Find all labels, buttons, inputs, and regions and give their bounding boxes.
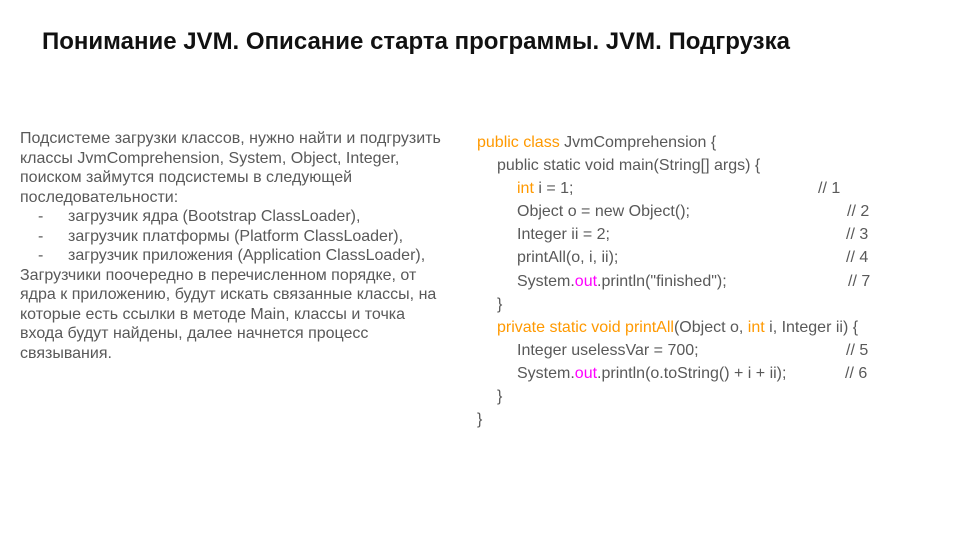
code-comment: // 7 — [848, 272, 871, 290]
loader-list: - загрузчик ядра (Bootstrap ClassLoader)… — [20, 207, 450, 266]
code-text: .println("finished"); — [597, 272, 727, 290]
description-outro: Загрузчики поочередно в перечисленном по… — [20, 266, 437, 362]
code-line: } — [477, 293, 858, 316]
code-comment: // 5 — [846, 341, 869, 359]
code-text: JvmComprehension { — [559, 134, 717, 151]
code-line: Integer uselessVar = 700; // 5 — [477, 339, 868, 362]
code-text: System. — [517, 272, 575, 290]
code-text: i, Integer ii) { — [764, 318, 859, 336]
code-line: System.out.println(o.toString() + i + ii… — [477, 362, 867, 385]
code-line: System.out.println("finished"); // 7 — [477, 270, 870, 293]
code-comment: // 2 — [847, 203, 870, 221]
bullet-text: загрузчик платформы (Platform ClassLoade… — [68, 227, 404, 245]
code-line: } — [477, 385, 858, 408]
list-item: - загрузчик ядра (Bootstrap ClassLoader)… — [20, 207, 450, 227]
code-line: Integer ii = 2; // 3 — [477, 223, 868, 246]
code-text: i = 1; — [533, 180, 574, 198]
code-field: out — [574, 272, 598, 290]
code-comment: // 1 — [818, 180, 841, 198]
code-comment: // 3 — [846, 226, 869, 244]
code-block: public class JvmComprehension { public s… — [477, 131, 870, 431]
code-line: public static void main(String[] args) { — [477, 154, 858, 177]
code-text: } — [477, 411, 483, 429]
code-keyword: private static void printAll — [497, 318, 674, 336]
code-text: printAll(o, i, ii); — [517, 249, 619, 267]
code-keyword: int — [747, 318, 765, 336]
code-line: public class JvmComprehension { — [477, 131, 858, 154]
code-text: } — [497, 388, 503, 406]
code-text: } — [497, 295, 503, 313]
description-intro: Подсистеме загрузки классов, нужно найти… — [20, 130, 441, 206]
code-text: Integer ii = 2; — [517, 226, 610, 244]
code-line: } — [477, 408, 858, 431]
code-comment: // 4 — [846, 249, 869, 267]
code-line: private static void printAll(Object o, i… — [477, 316, 858, 339]
bullet-marker: - — [38, 208, 44, 225]
slide-title: Понимание JVM. Описание старта программы… — [42, 28, 790, 55]
bullet-text: загрузчик приложения (Application ClassL… — [68, 247, 426, 264]
code-text: (Object o, — [673, 318, 748, 336]
bullet-marker: - — [38, 227, 44, 245]
bullet-text: загрузчик ядра (Bootstrap ClassLoader), — [68, 208, 361, 225]
code-line: int i = 1; // 1 — [477, 177, 858, 200]
list-item: - загрузчик платформы (Platform ClassLoa… — [20, 227, 450, 247]
description-text: Подсистеме загрузки классов, нужно найти… — [20, 129, 450, 363]
code-text: Integer uselessVar = 700; — [517, 341, 699, 359]
list-item: - загрузчик приложения (Application Clas… — [20, 246, 450, 266]
code-text: .println(o.toString() + i + ii); — [597, 364, 787, 382]
code-line: Object o = new Object(); // 2 — [477, 200, 869, 223]
code-text: System. — [517, 364, 575, 382]
code-keyword: int — [517, 180, 534, 198]
code-keyword: public class — [477, 134, 560, 151]
bullet-marker: - — [38, 247, 44, 264]
code-text: Object o = new Object(); — [517, 203, 690, 221]
code-comment: // 6 — [845, 364, 868, 382]
code-field: out — [574, 364, 598, 382]
code-line: printAll(o, i, ii); // 4 — [477, 246, 868, 269]
code-text: public static void main(String[] args) { — [497, 157, 761, 175]
